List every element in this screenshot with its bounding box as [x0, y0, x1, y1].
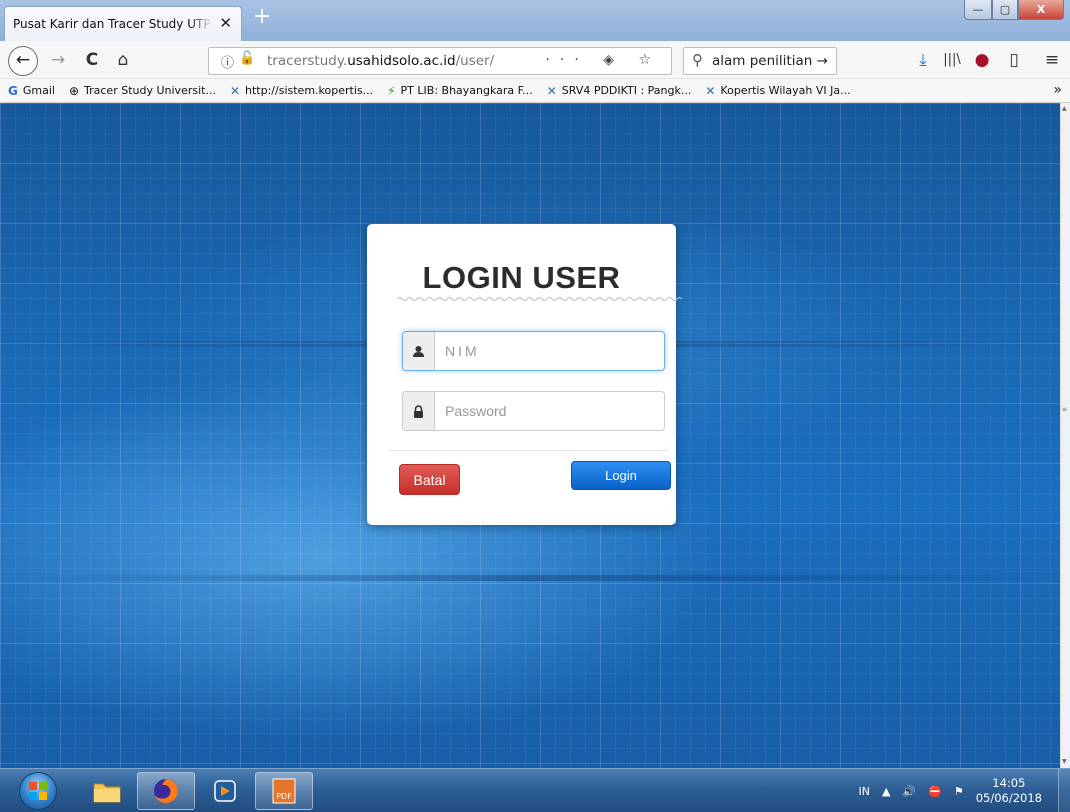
page-scrollbar[interactable]: ▲ ≡ ▼ [1060, 103, 1070, 768]
home-button[interactable]: ⌂ [111, 48, 135, 72]
login-panel: LOGIN USER Batal Login [367, 224, 682, 525]
system-tray: IN ▲ 🔊 ⛔ ⚑ 14:05 05/06/2018 [858, 769, 1070, 812]
google-icon: G [8, 83, 18, 98]
lock-icon [403, 392, 435, 430]
taskbar-media-player[interactable] [196, 772, 254, 810]
scroll-up-icon[interactable]: ▲ [1062, 105, 1067, 112]
network-icon[interactable]: ⛔ [928, 785, 942, 798]
search-bar[interactable]: ⚲ alam penilitian → [683, 47, 837, 75]
pddikti-icon: ✕ [546, 83, 557, 98]
close-window-button[interactable]: X [1018, 0, 1064, 20]
clock-time: 14:05 [992, 776, 1026, 790]
close-tab-icon[interactable]: ✕ [219, 15, 232, 31]
window-controls: — ▢ X [964, 0, 1064, 20]
login-title: LOGIN USER [422, 260, 621, 295]
forward-button[interactable]: → [46, 48, 70, 72]
password-field[interactable] [402, 391, 665, 431]
bookmarks-toolbar: G Gmail ⊕ Tracer Study Universit... ✕ ht… [0, 79, 1070, 103]
globe-icon: ⊕ [68, 83, 80, 98]
new-tab-button[interactable]: + [250, 6, 274, 30]
minimize-button[interactable]: — [964, 0, 992, 20]
search-input[interactable]: alam penilitian → [712, 53, 828, 69]
nim-field[interactable] [402, 331, 665, 371]
form-divider [389, 450, 667, 451]
kopertis-icon: ✕ [229, 83, 241, 98]
media-player-icon [214, 780, 236, 802]
back-button[interactable]: ← [8, 46, 38, 76]
bookmark-kopertis-wilayah[interactable]: ✕ Kopertis Wilayah VI Ja... [705, 84, 850, 98]
login-button[interactable]: Login [571, 461, 671, 490]
info-icon[interactable]: ⓘ [221, 52, 234, 71]
bookmark-tracer-study[interactable]: ⊕ Tracer Study Universit... [69, 84, 216, 98]
search-icon: ⚲ [692, 51, 703, 69]
kopertis-icon: ✕ [705, 83, 716, 98]
nim-input[interactable] [435, 332, 664, 370]
page-content: LOGIN USER Batal Login [0, 103, 1060, 768]
firefox-icon [154, 779, 178, 803]
action-center-icon[interactable]: ⚑ [954, 785, 964, 798]
bookmark-sistem-kopertis[interactable]: ✕ http://sistem.kopertis... [230, 84, 373, 98]
page-actions-icons[interactable]: ··· ◈ ☆ [545, 52, 661, 68]
taskbar-pdf[interactable]: PDF [255, 772, 313, 810]
runner-icon: ⚡ [387, 83, 396, 98]
windows-taskbar: PDF IN ▲ 🔊 ⛔ ⚑ 14:05 05/06/2018 [0, 768, 1070, 812]
cancel-button[interactable]: Batal [399, 464, 460, 495]
reload-button[interactable]: C [80, 48, 104, 72]
ublock-icon[interactable]: ● [970, 48, 994, 72]
browser-titlebar: Pusat Karir dan Tracer Study UTP Surakar… [0, 0, 1070, 41]
bookmarks-overflow-icon[interactable]: » [1053, 82, 1062, 98]
maximize-button[interactable]: ▢ [992, 0, 1018, 20]
sidebar-icon[interactable]: ▯ [1002, 48, 1026, 72]
scroll-down-icon[interactable]: ▼ [1062, 758, 1067, 765]
library-icon[interactable]: |||\ [940, 48, 964, 72]
title-underline [397, 297, 682, 301]
folder-icon [93, 783, 121, 803]
start-button[interactable] [19, 772, 57, 810]
scroll-grip-icon[interactable]: ≡ [1062, 406, 1067, 413]
tray-chevron-icon[interactable]: ▲ [882, 785, 890, 798]
bookmark-gmail[interactable]: G Gmail [8, 84, 55, 98]
volume-icon[interactable]: 🔊 [902, 785, 916, 798]
url-text[interactable]: tracerstudy.usahidsolo.ac.id/user/ [267, 53, 494, 69]
menu-icon[interactable]: ≡ [1040, 48, 1064, 72]
bookmark-srv4-pddikti[interactable]: ✕ SRV4 PDDIKTI : Pangk... [547, 84, 692, 98]
svg-text:PDF: PDF [276, 792, 292, 801]
background-band [0, 575, 1060, 581]
password-input[interactable] [435, 392, 664, 430]
language-indicator[interactable]: IN [858, 785, 869, 798]
show-desktop-button[interactable] [1058, 769, 1070, 812]
clock[interactable]: 14:05 05/06/2018 [976, 776, 1042, 806]
taskbar-firefox[interactable] [137, 772, 195, 810]
bookmark-pt-lib[interactable]: ⚡ PT LIB: Bhayangkara F... [387, 84, 533, 98]
taskbar-explorer[interactable] [78, 772, 136, 810]
windows-logo-icon [29, 782, 47, 800]
tab-active[interactable]: Pusat Karir dan Tracer Study UTP Surakar… [4, 6, 242, 41]
pdf-icon: PDF [272, 778, 296, 804]
download-icon[interactable]: ⤓ [911, 48, 935, 72]
clock-date: 05/06/2018 [975, 791, 1042, 805]
user-icon [403, 332, 435, 370]
url-bar[interactable]: ⓘ 🔓 tracerstudy.usahidsolo.ac.id/user/ ·… [208, 47, 672, 75]
tab-title: Pusat Karir dan Tracer Study UTP Surakar… [13, 17, 213, 31]
insecure-lock-icon[interactable]: 🔓 [239, 51, 255, 66]
navigation-toolbar: ← → C ⌂ ⓘ 🔓 tracerstudy.usahidsolo.ac.id… [0, 41, 1070, 79]
